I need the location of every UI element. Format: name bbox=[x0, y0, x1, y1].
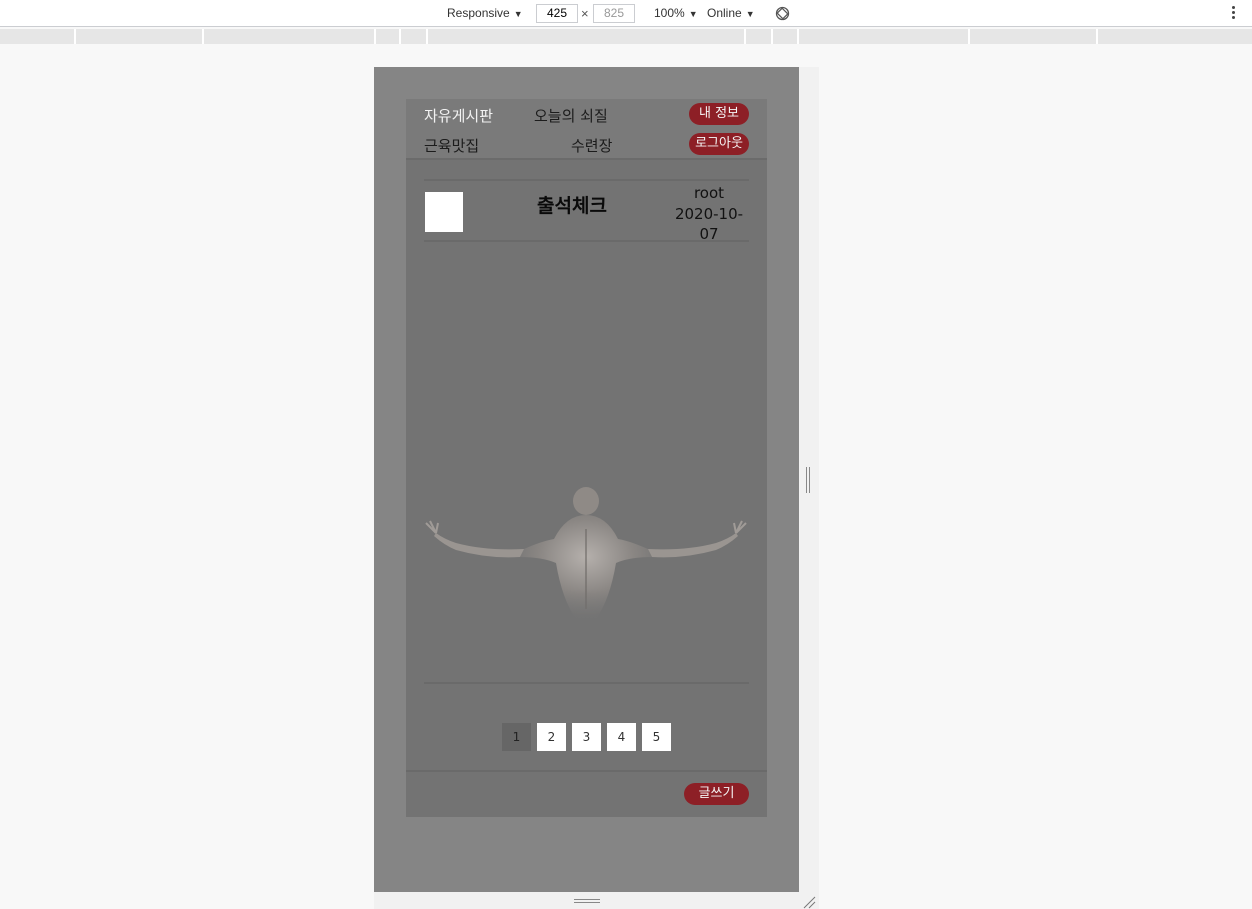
mq-breakpoint[interactable] bbox=[374, 29, 376, 44]
throttle-label: Online bbox=[707, 6, 742, 20]
post-date: 2020-10-07 bbox=[674, 205, 744, 243]
mq-breakpoint[interactable] bbox=[399, 29, 401, 44]
chevron-down-icon: ▼ bbox=[688, 9, 698, 19]
chevron-down-icon: ▼ bbox=[745, 9, 755, 19]
post-author: root bbox=[693, 184, 725, 202]
chevron-down-icon: ▼ bbox=[513, 9, 523, 19]
network-throttle-dropdown[interactable]: Online ▼ bbox=[707, 6, 755, 20]
muscle-back-image bbox=[416, 487, 757, 639]
mq-breakpoint[interactable] bbox=[74, 29, 76, 44]
device-mode-label: Responsive bbox=[447, 6, 510, 20]
post-thumbnail bbox=[425, 192, 463, 232]
content-divider bbox=[424, 682, 749, 684]
mq-breakpoint[interactable] bbox=[968, 29, 970, 44]
mq-breakpoint[interactable] bbox=[744, 29, 746, 44]
nav-training-ground[interactable]: 수련장 bbox=[571, 135, 612, 156]
page-button[interactable]: 4 bbox=[607, 723, 636, 751]
resize-handle-right[interactable] bbox=[806, 467, 812, 493]
media-query-bar[interactable] bbox=[0, 29, 1252, 44]
page-button[interactable]: 3 bbox=[572, 723, 601, 751]
app-container: 자유게시판 오늘의 쇠질 근육맛집 수련장 내 정보 로그아웃 출석체크 roo… bbox=[406, 99, 767, 817]
logout-button[interactable]: 로그아웃 bbox=[689, 133, 749, 155]
rotate-icon[interactable] bbox=[775, 6, 790, 21]
resize-handle-bottom[interactable] bbox=[574, 899, 600, 905]
zoom-label: 100% bbox=[654, 6, 685, 20]
zoom-dropdown[interactable]: 100% ▼ bbox=[654, 6, 698, 20]
mq-breakpoint[interactable] bbox=[426, 29, 428, 44]
nav-muscle-restaurants[interactable]: 근육맛집 bbox=[424, 135, 479, 156]
page-button[interactable]: 2 bbox=[537, 723, 566, 751]
mq-breakpoint[interactable] bbox=[1096, 29, 1098, 44]
more-options-icon[interactable] bbox=[1230, 6, 1236, 22]
devtools-toolbar: Responsive ▼ 425 × 825 100% ▼ Online ▼ bbox=[0, 0, 1252, 27]
page-button[interactable]: 1 bbox=[502, 723, 531, 751]
my-info-button[interactable]: 내 정보 bbox=[689, 103, 749, 125]
post-row[interactable]: 출석체크 root 2020-10-07 bbox=[424, 179, 749, 243]
page-button[interactable]: 5 bbox=[642, 723, 671, 751]
footer-bar: 글쓰기 bbox=[406, 770, 767, 817]
dimension-separator: × bbox=[581, 6, 589, 21]
post-title[interactable]: 출석체크 bbox=[537, 191, 607, 218]
device-mode-dropdown[interactable]: Responsive ▼ bbox=[447, 6, 523, 20]
viewport-height-input[interactable]: 825 bbox=[593, 4, 635, 23]
viewport-width-input[interactable]: 425 bbox=[536, 4, 578, 23]
nav-free-board[interactable]: 자유게시판 bbox=[424, 105, 493, 126]
nav-today-workout[interactable]: 오늘의 쇠질 bbox=[534, 105, 608, 126]
write-post-button[interactable]: 글쓰기 bbox=[684, 783, 749, 805]
mq-breakpoint[interactable] bbox=[797, 29, 799, 44]
top-nav: 자유게시판 오늘의 쇠질 근육맛집 수련장 내 정보 로그아웃 bbox=[406, 99, 767, 160]
mq-breakpoint[interactable] bbox=[202, 29, 204, 44]
mq-breakpoint[interactable] bbox=[771, 29, 773, 44]
resize-corner-icon[interactable] bbox=[802, 895, 816, 909]
